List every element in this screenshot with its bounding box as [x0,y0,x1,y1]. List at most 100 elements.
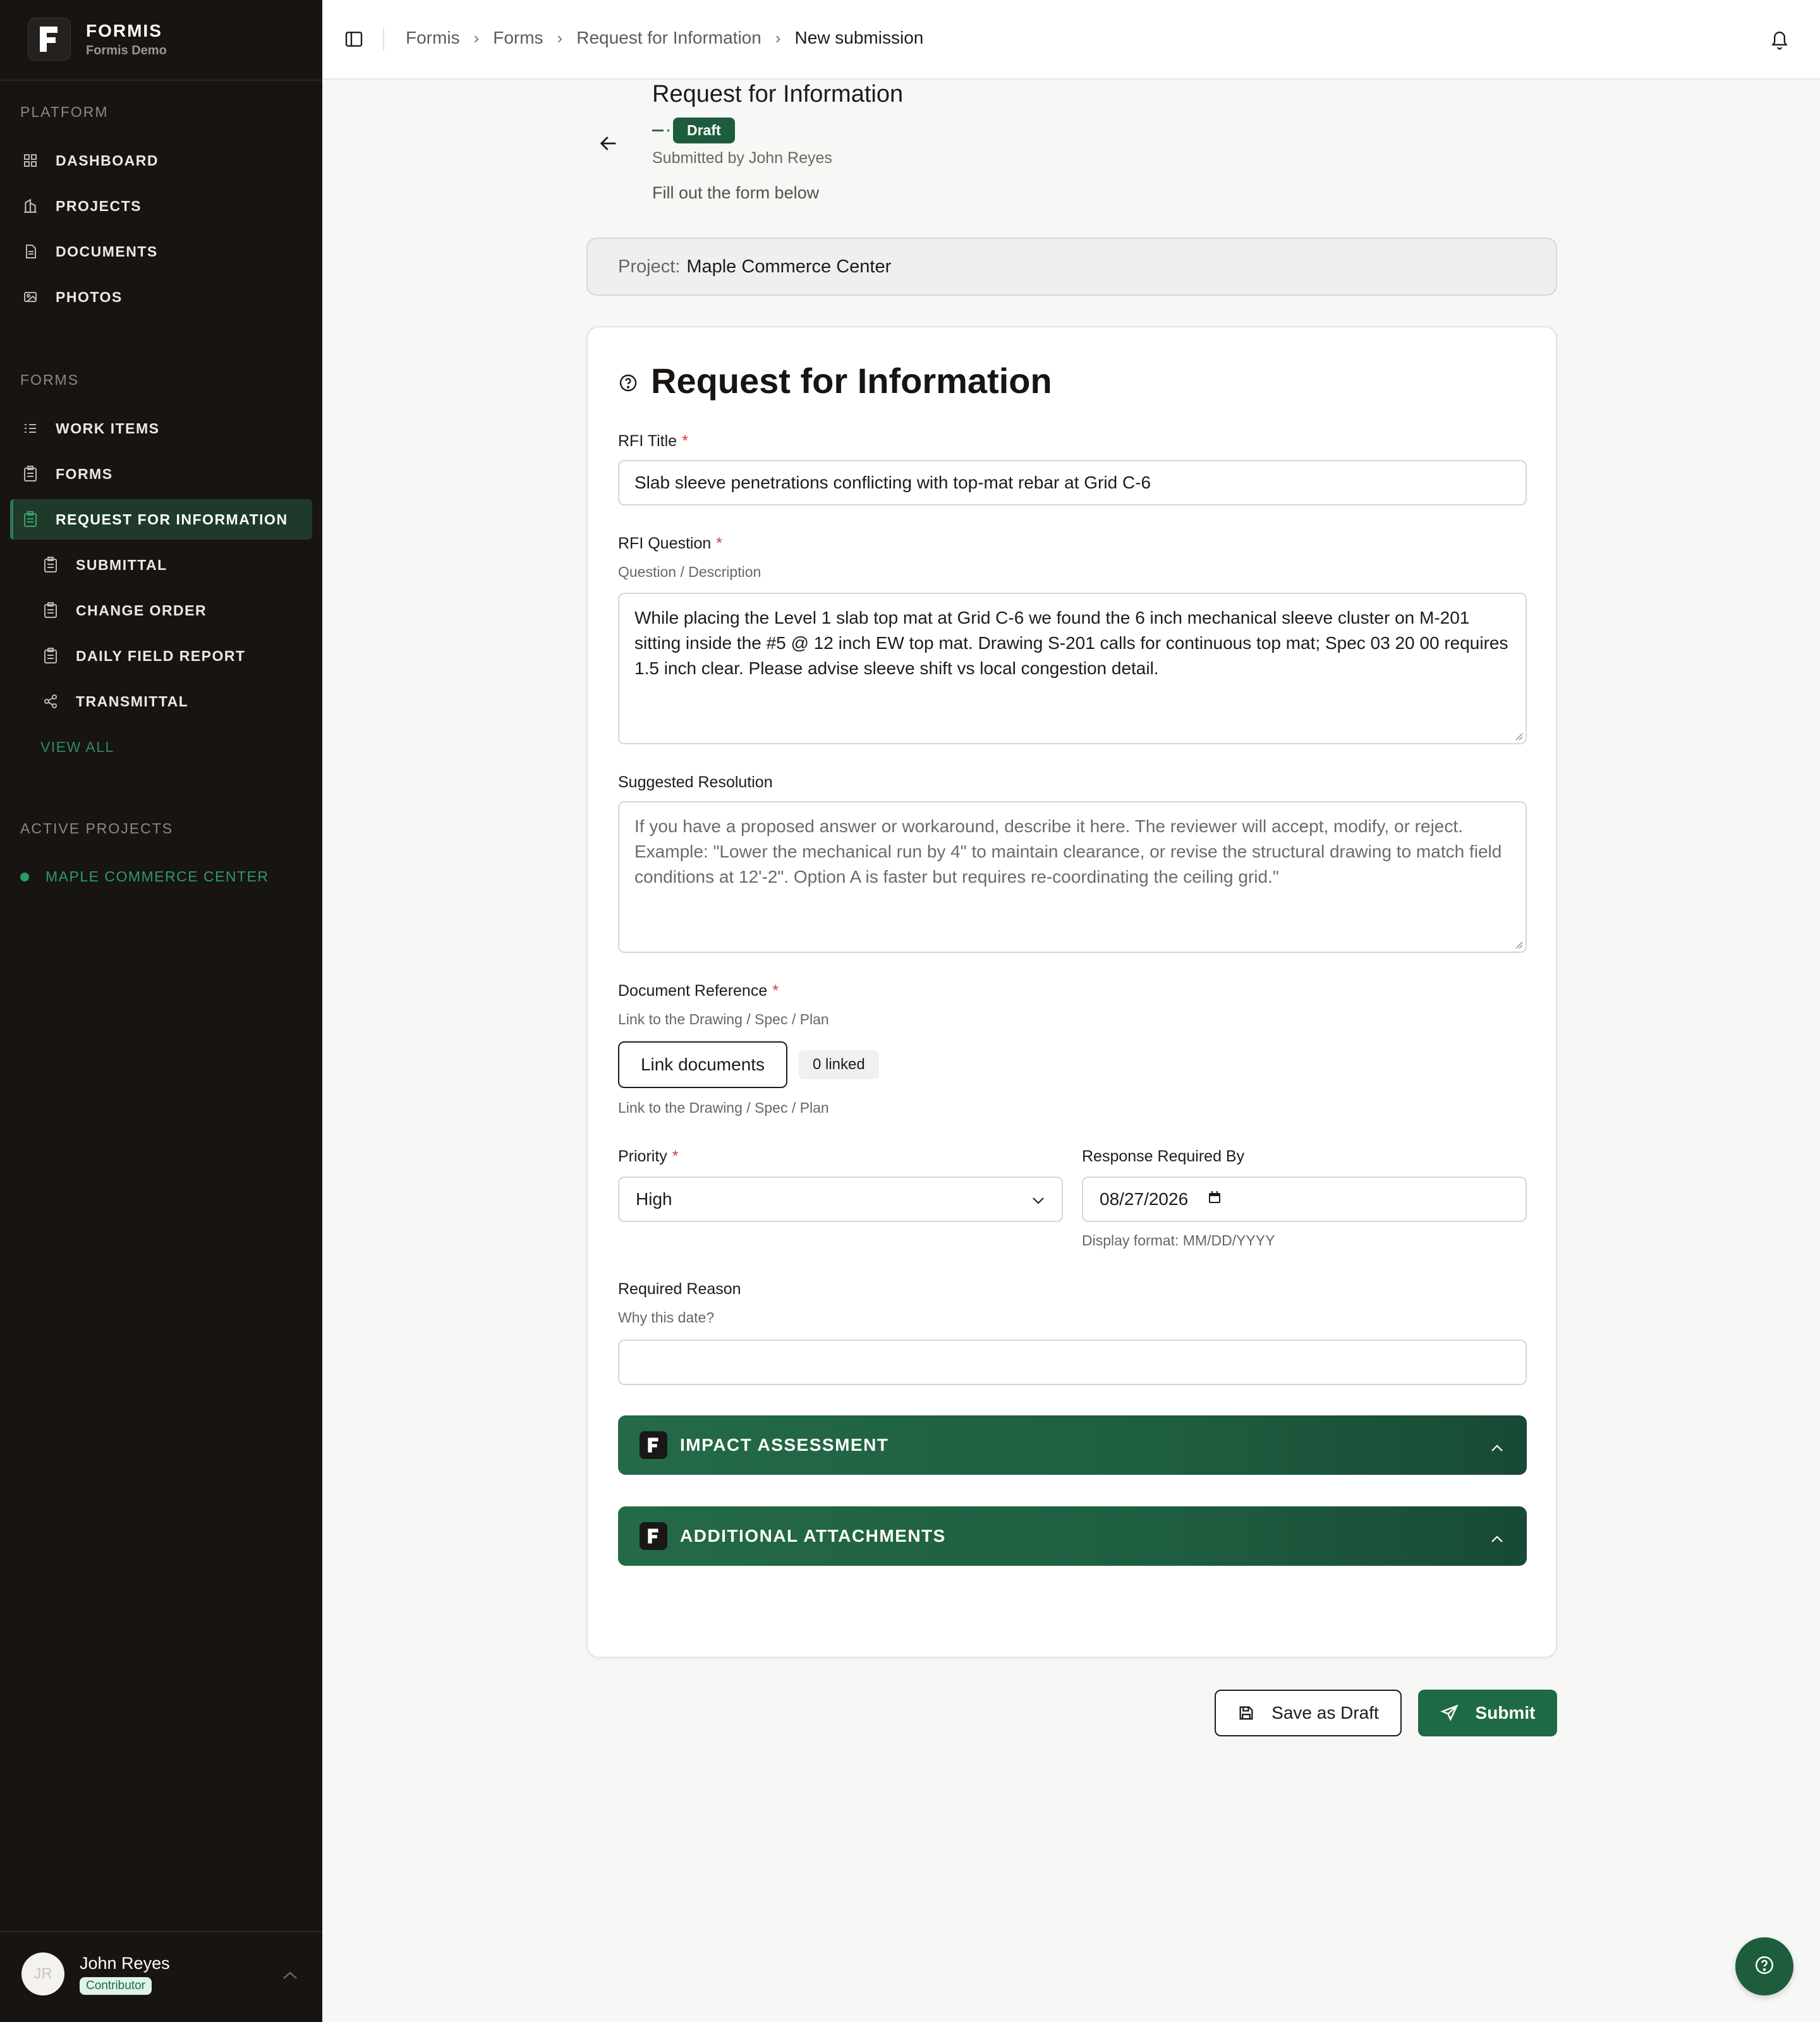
sidebar-item-forms[interactable]: FORMS [10,454,312,494]
back-arrow-icon[interactable] [598,133,619,157]
document-icon [21,243,39,260]
status-badge: Draft [673,118,735,143]
save-draft-button[interactable]: Save as Draft [1215,1690,1402,1736]
submit-button[interactable]: Submit [1418,1690,1557,1736]
sidebar-item-work-items[interactable]: WORK ITEMS [10,408,312,449]
rfi-question-label: RFI Question * [618,535,722,553]
date-format-help: Display format: MM/DD/YYYY [1082,1232,1275,1249]
sidebar-item-transmittal[interactable]: TRANSMITTAL [10,681,312,722]
photo-icon [21,288,39,306]
sidebar-divider [0,80,322,81]
clipboard-icon [21,465,39,483]
suggested-resolution-placeholder: If you have a proposed answer or workaro… [634,816,1502,887]
sidebar-item-projects[interactable]: PROJECTS [10,186,312,226]
sidebar-item-label: DAILY FIELD REPORT [76,647,246,664]
linked-count-badge: 0 linked [799,1050,879,1079]
sidebar-item-submittal[interactable]: SUBMITTAL [10,545,312,585]
sidebar-item-request-for-information[interactable]: REQUEST FOR INFORMATION [10,499,312,540]
share-icon [42,693,59,710]
sidebar-toggle-icon[interactable] [344,29,364,52]
bell-icon[interactable] [1769,29,1790,54]
building-icon [21,197,39,215]
sidebar-item-label: WORK ITEMS [56,420,160,437]
response-date-input[interactable]: 08/27/2026 [1082,1177,1527,1222]
send-icon [1440,1704,1459,1722]
suggested-resolution-label: Suggested Resolution [618,773,773,791]
chevron-up-icon [1490,1437,1504,1457]
help-button[interactable] [1735,1937,1793,1995]
status-dash [652,130,664,131]
user-name: John Reyes [80,1953,170,1973]
active-project-name: MAPLE COMMERCE CENTER [46,868,269,885]
sidebar-divider [0,1931,322,1932]
section-active-projects-label: ACTIVE PROJECTS [20,820,174,837]
breadcrumb: Formis › Forms › Request for Information… [406,28,923,48]
required-marker: * [672,1147,679,1165]
sidebar-item-documents[interactable]: DOCUMENTS [10,231,312,272]
required-reason-label: Required Reason [618,1280,741,1298]
sidebar-item-label: SUBMITTAL [76,556,167,573]
sidebar-item-label: DASHBOARD [56,152,159,169]
role-badge: Contributor [80,1977,152,1995]
chevron-down-icon [1031,1189,1045,1209]
document-reference-label: Document Reference * [618,982,779,1000]
section-platform-label: PLATFORM [20,104,109,120]
save-draft-label: Save as Draft [1271,1703,1379,1722]
brand[interactable]: FORMIS Formis Demo [28,13,167,66]
required-marker: * [682,432,688,450]
rfi-title-input[interactable]: Slab sleeve penetrations conflicting wit… [618,460,1527,506]
suggested-resolution-textarea[interactable]: If you have a proposed answer or workaro… [618,801,1527,953]
link-documents-button[interactable]: Link documents [618,1041,787,1088]
form-card: Request for Information RFI Title * Slab … [586,326,1557,1658]
active-project-link[interactable]: MAPLE COMMERCE CENTER [20,868,269,885]
sidebar-item-dashboard[interactable]: DASHBOARD [10,140,312,181]
form-title: Request for Information [618,360,1052,401]
breadcrumb-forms[interactable]: Forms [493,28,543,48]
project-context-bar: Project: Maple Commerce Center [586,238,1557,296]
project-status-dot [20,872,29,881]
document-reference-help-below: Link to the Drawing / Spec / Plan [618,1099,829,1116]
org-name: Formis Demo [86,43,167,58]
impact-assessment-section[interactable]: IMPACT ASSESSMENT [618,1415,1527,1475]
label-text: Priority [618,1147,667,1165]
breadcrumb-request-for-information[interactable]: Request for Information [576,28,761,48]
breadcrumb-formis[interactable]: Formis [406,28,460,48]
priority-value: High [636,1189,672,1209]
status-dot [667,130,669,131]
rfi-question-textarea[interactable]: While placing the Level 1 slab top mat a… [618,593,1527,744]
submitted-by: Submitted by John Reyes [652,149,832,167]
resize-grip-icon[interactable] [1514,940,1523,949]
sidebar-item-photos[interactable]: PHOTOS [10,277,312,317]
avatar: JR [21,1952,64,1995]
user-menu[interactable]: JR John Reyes Contributor [21,1952,170,1995]
additional-attachments-section[interactable]: ADDITIONAL ATTACHMENTS [618,1506,1527,1566]
priority-select[interactable]: High [618,1177,1063,1222]
chevron-right-icon: › [557,28,563,47]
sidebar-item-label: REQUEST FOR INFORMATION [56,511,288,528]
rfi-title-label: RFI Title * [618,432,688,451]
clipboard-icon [21,511,39,528]
chevron-up-icon [1490,1528,1504,1548]
project-label: Project: [618,256,681,277]
response-date-value: 08/27/2026 [1100,1189,1189,1209]
clipboard-icon [42,556,59,574]
required-reason-input[interactable] [618,1340,1527,1385]
view-all-link[interactable]: VIEW ALL [40,727,230,767]
calendar-icon[interactable] [1207,1189,1222,1209]
resize-grip-icon[interactable] [1514,732,1523,741]
help-circle-icon [618,360,638,401]
chevron-right-icon: › [775,28,781,47]
response-required-by-label: Response Required By [1082,1147,1245,1165]
app-name: FORMIS [86,20,162,40]
sidebar-item-label: PHOTOS [56,288,123,305]
sidebar-item-daily-field-report[interactable]: DAILY FIELD REPORT [10,636,312,676]
page-title: Request for Information [652,81,904,107]
required-marker: * [772,982,779,1000]
top-bar: Formis › Forms › Request for Information… [322,0,1820,80]
required-reason-help: Why this date? [618,1309,715,1326]
sidebar-item-change-order[interactable]: CHANGE ORDER [10,590,312,631]
help-circle-icon [1754,1954,1775,1979]
clipboard-icon [42,602,59,619]
chevron-up-icon[interactable] [282,1970,298,1983]
chevron-right-icon: › [473,28,480,47]
